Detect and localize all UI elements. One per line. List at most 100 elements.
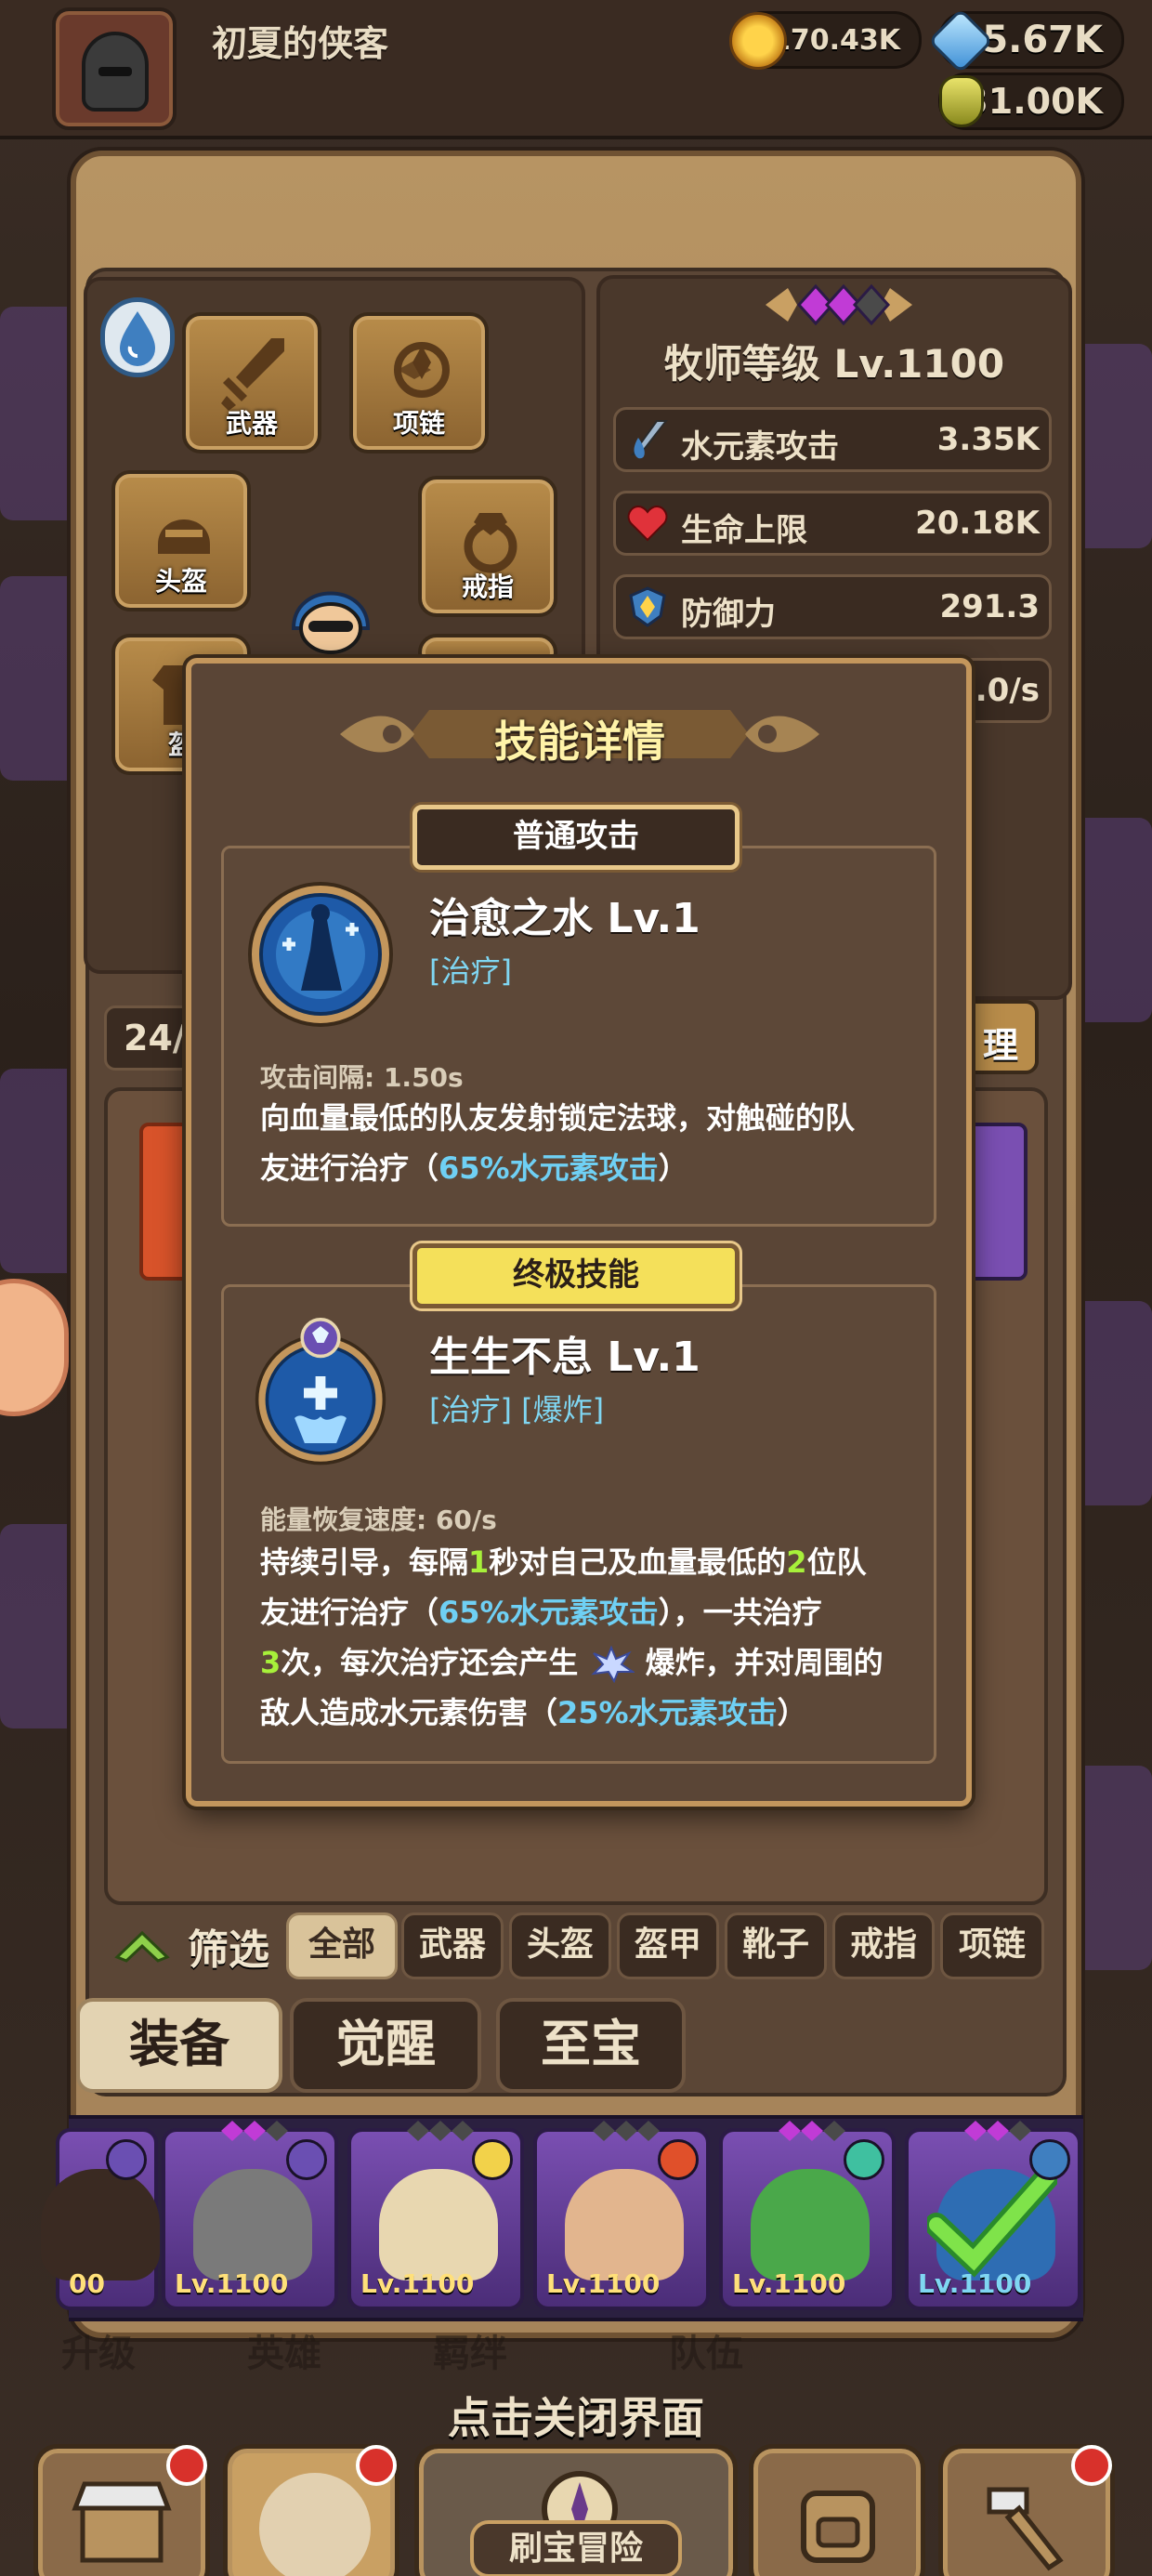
slot-ring[interactable]: 戒指 [418, 476, 557, 617]
star-gems-icon [407, 2121, 474, 2141]
desc-line: 友进行治疗（65%水元素攻击） [260, 1143, 910, 1193]
desc-text: 次，每次治疗还会产生 [281, 1645, 589, 1680]
water-element-icon [1029, 2139, 1070, 2180]
stat-name: 水元素攻击 [681, 428, 839, 466]
stat-name: 防御力 [681, 596, 776, 633]
filter-chip-weapon[interactable]: 武器 [401, 1912, 504, 1979]
desc-text: 位队 [806, 1544, 867, 1580]
desc-highlight: 25%水元素攻击 [557, 1695, 778, 1730]
hero-portrait [565, 2169, 684, 2280]
nav-hero-button[interactable] [223, 2444, 399, 2576]
faint-menu-item: 羁绊 [433, 2333, 507, 2375]
gem-value: 5.67K [982, 19, 1103, 61]
hero-card[interactable]: Lv.1100 [347, 2121, 524, 2310]
dialog-title-banner: 技能详情 [340, 691, 819, 775]
filter-chip-armor[interactable]: 盔甲 [617, 1912, 719, 1979]
star-gems-icon [766, 283, 912, 326]
class-level: 牧师等级 Lv.1100 [663, 341, 1005, 387]
slot-necklace[interactable]: 项链 [349, 312, 489, 453]
healing-water-skill-icon [248, 882, 393, 1027]
hero-level: Lv.1100 [175, 2268, 289, 2299]
light-element-icon [472, 2139, 513, 2180]
filter-chip-helmet[interactable]: 头盔 [509, 1912, 611, 1979]
checkmark-icon [927, 2164, 1057, 2278]
hero-portrait [751, 2169, 870, 2280]
desc-text: ） [777, 1695, 807, 1730]
game-screen: 初夏的侠客 170.43K 5.67K 31.00K 武器 项链 头盔 戒指 盔… [0, 0, 1152, 2576]
notification-dot [356, 2445, 397, 2486]
gold-value: 170.43K [770, 23, 900, 57]
wind-element-icon [844, 2139, 884, 2180]
ultimate-skill-description: 持续引导，每隔1秒对自己及血量最低的2位队 友进行治疗（65%水元素攻击），一共… [260, 1537, 929, 1738]
endless-life-skill-icon [255, 1318, 386, 1465]
priest-hero-figure [291, 591, 371, 654]
stat-max-hp: 生命上限 20.18K [613, 491, 1052, 556]
slot-weapon[interactable]: 武器 [182, 312, 321, 453]
helmet-icon [158, 519, 210, 554]
tab-treasure[interactable]: 至宝 [496, 1998, 686, 2093]
desc-line: 3次，每次治疗还会产生 爆炸，并对周围的 [260, 1637, 929, 1688]
nav-forge-button[interactable] [938, 2444, 1115, 2576]
player-avatar[interactable] [52, 7, 177, 130]
gold-coin-icon [729, 12, 787, 70]
fire-element-icon [658, 2139, 699, 2180]
desc-text: ），一共治疗 [658, 1595, 822, 1630]
slot-helmet[interactable]: 头盔 [111, 470, 251, 611]
hero-portrait [193, 2169, 312, 2280]
normal-skill-name: 治愈之水 Lv.1 [429, 895, 700, 942]
necklace-icon [394, 342, 450, 398]
notification-dot [1071, 2445, 1112, 2486]
moon-element-icon [286, 2139, 327, 2180]
desc-number: 2 [786, 1544, 807, 1580]
gold-counter[interactable]: 170.43K [729, 11, 922, 70]
top-bar: 初夏的侠客 170.43K 5.67K 31.00K [0, 0, 1152, 139]
desc-text: 秒对自己及血量最低的 [489, 1544, 787, 1580]
hero-card[interactable]: Lv.1100 [533, 2121, 710, 2310]
tab-awaken[interactable]: 觉醒 [290, 1998, 481, 2093]
inventory-item[interactable] [962, 1123, 1028, 1281]
filter-chip-all[interactable]: 全部 [286, 1912, 398, 1979]
star-gems-icon [779, 2121, 845, 2141]
desc-text: 爆炸，并对周围的 [635, 1645, 884, 1680]
filter-chip-necklace[interactable]: 项链 [940, 1912, 1044, 1979]
stat-value: 291.3 [939, 588, 1040, 625]
slot-label: 头盔 [154, 566, 207, 597]
backpack-icon [801, 2491, 875, 2563]
potion-counter[interactable]: 31.00K [938, 72, 1124, 130]
close-hint[interactable]: 点击关闭界面 [0, 2385, 1152, 2446]
faint-menu-item: 队伍 [669, 2333, 743, 2375]
chevron-up-icon[interactable] [113, 1925, 171, 1963]
dialog-title: 技能详情 [494, 716, 665, 767]
stat-water-attack: 水元素攻击 3.35K [613, 407, 1052, 472]
hero-portrait [379, 2169, 498, 2280]
explosion-icon [591, 1646, 635, 1683]
star-gems-icon [221, 2121, 288, 2141]
desc-line: 敌人造成水元素伤害（25%水元素攻击） [260, 1688, 929, 1738]
normal-skill-tags: [治疗] [429, 953, 512, 989]
normal-attack-label: 普通攻击 [412, 805, 740, 870]
adventure-label: 刷宝冒险 [470, 2520, 682, 2576]
water-attack-icon [631, 420, 669, 459]
side-orb-icon[interactable] [0, 1279, 69, 1416]
nav-bag-button[interactable] [749, 2444, 925, 2576]
notification-dot [166, 2445, 207, 2486]
desc-highlight: 65%水元素攻击 [439, 1595, 659, 1630]
stat-value: 3.35K [936, 421, 1040, 458]
hero-card[interactable]: Lv.1100 [719, 2121, 896, 2310]
desc-line: 友进行治疗（65%水元素攻击），一共治疗 [260, 1587, 929, 1637]
filter-chip-ring[interactable]: 戒指 [832, 1912, 935, 1979]
stat-name: 生命上限 [681, 512, 807, 549]
hero-card-selected[interactable]: Lv.1100 [905, 2121, 1081, 2310]
gem-counter[interactable]: 5.67K [927, 7, 1124, 74]
hero-card[interactable]: 00 [41, 2128, 160, 2310]
hero-card[interactable]: Lv.1100 [162, 2121, 338, 2310]
skill-detail-dialog: 技能详情 普通攻击 治愈之水 Lv.1 [治疗] 攻击间隔: 1.50s 向血量… [186, 658, 972, 1807]
filter-chip-boots[interactable]: 靴子 [725, 1912, 827, 1979]
hero-portrait [41, 2169, 160, 2280]
star-gems-icon [593, 2121, 660, 2141]
normal-skill-description: 向血量最低的队友发射锁定法球，对触碰的队 友进行治疗（65%水元素攻击） [260, 1093, 910, 1193]
tab-equipment[interactable]: 装备 [76, 1998, 282, 2093]
nav-shop-button[interactable] [33, 2444, 210, 2576]
moon-element-icon [106, 2139, 147, 2180]
energy-regen-speed: 能量恢复速度: 60/s [260, 1505, 497, 1535]
